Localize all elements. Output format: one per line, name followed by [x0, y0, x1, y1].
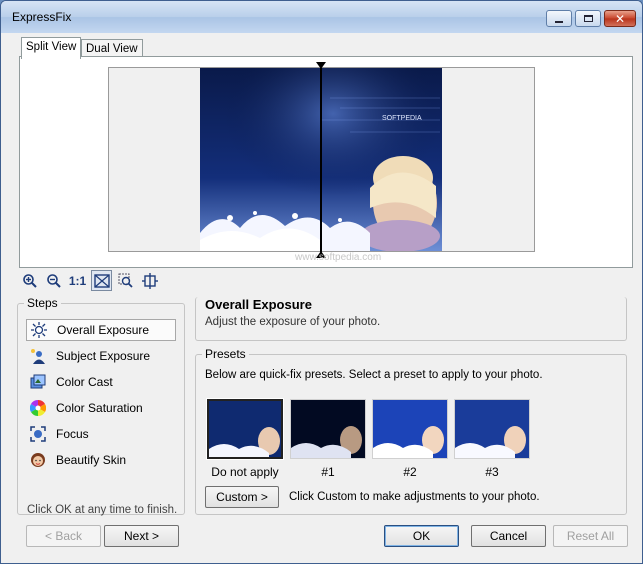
- back-button[interactable]: < Back: [26, 525, 101, 547]
- split-view-panel: SOFTPEDIA www.softpedia.com: [19, 56, 633, 268]
- preset-label: Do not apply: [211, 465, 279, 479]
- presets-group-label: Presets: [202, 347, 249, 361]
- preset-label: #1: [321, 465, 335, 479]
- section-description: Adjust the exposure of your photo.: [205, 316, 381, 328]
- step-overall-exposure[interactable]: Overall Exposure: [26, 319, 176, 341]
- zoom-region-icon: [118, 273, 133, 288]
- zoom-in-icon: [22, 273, 37, 288]
- expressfix-window: ExpressFix ✕ Split View Dual View SOFTPE…: [0, 0, 643, 564]
- preset-photo-image: [209, 401, 281, 457]
- tab-label: Dual View: [86, 43, 138, 55]
- preset-label: #3: [485, 465, 499, 479]
- preset-label: #2: [403, 465, 417, 479]
- step-subject-exposure[interactable]: Subject Exposure: [26, 345, 176, 367]
- face-icon: [31, 453, 45, 467]
- zoom-region-button[interactable]: [115, 270, 136, 291]
- actual-size-label: 1:1: [68, 273, 87, 288]
- minimize-button[interactable]: [546, 10, 572, 27]
- focus-icon: [30, 426, 46, 442]
- title-bar: ExpressFix ✕: [1, 1, 642, 33]
- cancel-button[interactable]: Cancel: [471, 525, 546, 547]
- custom-button[interactable]: Custom >: [205, 486, 279, 508]
- section-title: Overall Exposure: [205, 297, 312, 312]
- sun-icon: [31, 322, 47, 338]
- step-color-cast[interactable]: Color Cast: [26, 371, 176, 393]
- steps-group: Steps Overall Exposure Subject Exposure …: [17, 296, 185, 516]
- color-wheel-icon: [30, 400, 46, 416]
- steps-group-label: Steps: [24, 296, 61, 310]
- next-button[interactable]: Next >: [104, 525, 179, 547]
- step-label: Subject Exposure: [56, 349, 151, 363]
- preset-thumb-none[interactable]: [206, 398, 284, 460]
- preset-thumb-1[interactable]: [290, 399, 366, 459]
- split-divider[interactable]: [320, 68, 322, 253]
- person-light-icon: [31, 349, 45, 364]
- ok-button[interactable]: OK: [384, 525, 459, 547]
- maximize-icon: [583, 15, 593, 22]
- step-label: Color Cast: [56, 375, 113, 389]
- presets-group: Presets Below are quick-fix presets. Sel…: [195, 347, 627, 515]
- zoom-out-button[interactable]: [43, 270, 64, 291]
- image-preview[interactable]: SOFTPEDIA www.softpedia.com: [108, 62, 535, 263]
- split-position-icon: [141, 272, 158, 289]
- preset-photo-image: [455, 400, 529, 458]
- preset-thumb-3[interactable]: [454, 399, 530, 459]
- custom-hint: Click Custom to make adjustments to your…: [289, 491, 540, 503]
- close-button[interactable]: ✕: [604, 10, 636, 27]
- step-label: Beautify Skin: [56, 453, 127, 467]
- split-view-button[interactable]: [91, 270, 112, 291]
- preset-photo-image: [373, 400, 447, 458]
- color-cast-icon: [30, 374, 46, 389]
- zoom-in-button[interactable]: [19, 270, 40, 291]
- dialog-body: Split View Dual View SOFTPEDIA www.softp…: [8, 33, 637, 558]
- zoom-out-icon: [46, 273, 61, 288]
- split-handle-top-icon[interactable]: [316, 62, 326, 69]
- step-color-saturation[interactable]: Color Saturation: [26, 397, 176, 419]
- presets-intro: Below are quick-fix presets. Select a pr…: [205, 369, 543, 381]
- step-label: Overall Exposure: [57, 323, 150, 337]
- actual-size-button[interactable]: 1:1: [67, 270, 88, 291]
- step-beautify-skin[interactable]: Beautify Skin: [26, 449, 176, 471]
- photo-brand-text: SOFTPEDIA: [382, 115, 422, 122]
- maximize-button[interactable]: [575, 10, 601, 27]
- tab-dual-view[interactable]: Dual View: [81, 39, 143, 57]
- tab-label: Split View: [26, 41, 77, 53]
- step-header-panel: Overall Exposure Adjust the exposure of …: [195, 297, 627, 341]
- preset-thumb-2[interactable]: [372, 399, 448, 459]
- split-view-icon: [93, 273, 110, 288]
- finish-hint: Click OK at any time to finish.: [27, 504, 178, 516]
- split-position-button[interactable]: [139, 270, 160, 291]
- reset-all-button[interactable]: Reset All: [553, 525, 628, 547]
- preset-photo-image: [291, 400, 365, 458]
- tab-split-view[interactable]: Split View: [21, 37, 82, 59]
- step-label: Focus: [56, 427, 89, 441]
- step-focus[interactable]: Focus: [26, 423, 176, 445]
- view-toolbar: 1:1: [19, 270, 160, 292]
- step-label: Color Saturation: [56, 401, 143, 415]
- watermark-text: www.softpedia.com: [295, 252, 382, 263]
- window-title: ExpressFix: [12, 10, 72, 24]
- close-icon: ✕: [614, 11, 626, 26]
- minimize-icon: [555, 20, 563, 23]
